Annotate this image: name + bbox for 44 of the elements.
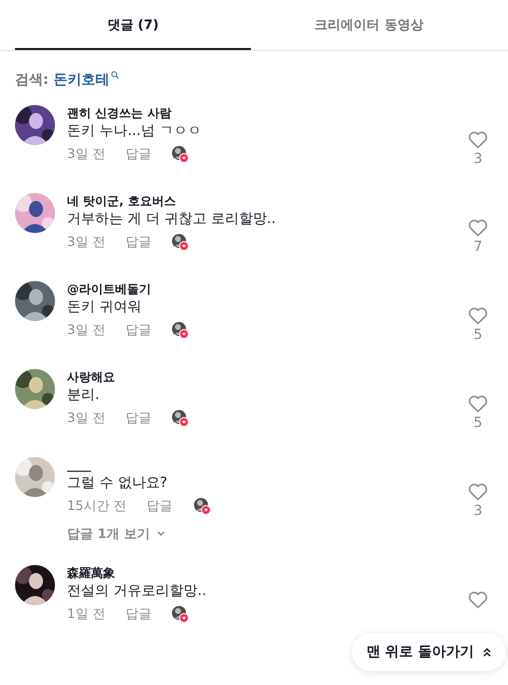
tab[interactable]: 댓글 (7): [15, 0, 251, 50]
comment-text: 전설의 거유로리할망..: [67, 582, 208, 601]
comment-time: 3일 전: [67, 410, 106, 427]
like-count: 5: [474, 415, 482, 431]
like-count: 3: [474, 151, 482, 167]
search-term-link[interactable]: 돈키호테: [54, 71, 110, 89]
comment-time: 3일 전: [67, 146, 106, 163]
chevron-down-icon: [156, 530, 166, 538]
comment-time: 3일 전: [67, 322, 106, 339]
tab[interactable]: 크리에이터 동영상: [251, 0, 487, 50]
comment-time: 15시간 전: [67, 498, 127, 515]
comment-text: 돈키 귀여워: [67, 298, 142, 317]
heart-icon[interactable]: [468, 131, 488, 149]
comment-author[interactable]: @라이트베돌기: [67, 281, 463, 297]
heart-icon[interactable]: [468, 395, 488, 413]
reply-link[interactable]: 답글: [146, 497, 173, 515]
comment-author[interactable]: ____: [67, 457, 463, 473]
comment-author[interactable]: 네 탓이군, 호요버스: [67, 193, 463, 209]
heart-icon[interactable]: [468, 591, 488, 609]
comment-author[interactable]: 사랑해요: [67, 369, 463, 385]
reply-link[interactable]: 답글: [125, 321, 152, 339]
comment-time: 1일 전: [67, 606, 106, 623]
search-icon: [110, 71, 119, 79]
view-replies-link[interactable]: 답글 1개 보기: [67, 525, 463, 543]
back-to-top-button[interactable]: 맨 위로 돌아가기: [352, 633, 506, 671]
comment-text: 그럴 수 없나요?: [67, 474, 168, 493]
heart-icon[interactable]: [468, 219, 488, 237]
comment-text: 분리.: [67, 386, 100, 405]
comment-text: 거부하는 게 더 귀찮고 로리할망..: [67, 210, 277, 229]
reply-link[interactable]: 답글: [125, 233, 152, 251]
double-chevron-up-icon: [482, 647, 492, 657]
reply-link[interactable]: 답글: [125, 145, 152, 163]
comment-author[interactable]: 괜히 신경쓰는 사람: [67, 105, 463, 121]
reply-link[interactable]: 답글: [125, 605, 152, 623]
like-count: 3: [474, 503, 482, 519]
heart-icon[interactable]: [468, 483, 488, 501]
reply-link[interactable]: 답글: [125, 409, 152, 427]
comment-time: 3일 전: [67, 234, 106, 251]
like-count: 5: [474, 327, 482, 343]
heart-icon[interactable]: [468, 307, 488, 325]
search-label: 검색:: [15, 71, 49, 89]
comment-text: 돈키 누나...넘 ㄱㅇㅇ: [67, 122, 202, 141]
comment-author[interactable]: 森羅萬象: [67, 565, 463, 581]
like-count: 7: [474, 239, 482, 255]
